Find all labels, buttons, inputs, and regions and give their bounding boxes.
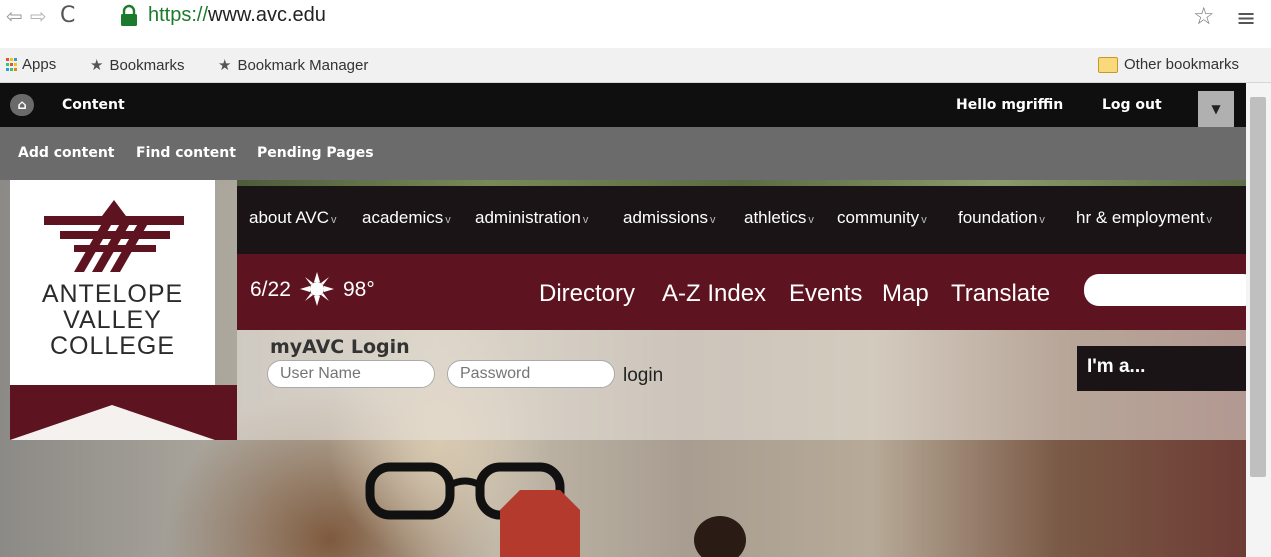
nav-foundation[interactable]: foundation v: [958, 208, 1045, 228]
folder-icon: [1098, 56, 1118, 73]
bookmark-bookmarks[interactable]: ★ Bookmarks: [90, 56, 185, 75]
login-button[interactable]: login: [623, 365, 663, 387]
nav-label: athletics: [744, 208, 807, 227]
shortcut-add-content[interactable]: Add content: [18, 145, 114, 161]
admin-username[interactable]: mgriffin: [1001, 97, 1063, 113]
link-translate[interactable]: Translate: [951, 280, 1050, 308]
bookmarks-bar: Apps ★ Bookmarks ★ Bookmark Manager Othe…: [0, 48, 1271, 83]
chevron-down-icon: v: [1039, 214, 1045, 226]
star-icon: ★: [90, 57, 104, 74]
audience-selector[interactable]: I'm a...: [1077, 346, 1246, 391]
shortcut-pending-pages[interactable]: Pending Pages: [257, 145, 374, 161]
chevron-down-icon: v: [808, 214, 814, 226]
admin-greeting: Hello mgriffin: [956, 97, 1063, 113]
admin-toolbar: ⌂ Content Hello mgriffin Log out ▼: [0, 83, 1246, 127]
toolbar-row: ⇦ ⇨ C https://www.avc.edu ☆ ≡: [0, 0, 1271, 48]
hero-photo-stop-sign: [500, 490, 580, 557]
browser-menu-icon[interactable]: ≡: [1236, 4, 1256, 32]
nav-hr-employment[interactable]: hr & employment v: [1076, 208, 1212, 228]
nav-label: academics: [362, 208, 444, 227]
sun-icon: [300, 272, 334, 306]
nav-about-avc[interactable]: about AVC v: [249, 208, 337, 228]
nav-label: foundation: [958, 208, 1038, 227]
greeting-prefix: Hello: [956, 97, 1002, 113]
nav-administration[interactable]: administration v: [475, 208, 588, 228]
chevron-down-icon: v: [582, 214, 589, 226]
home-icon[interactable]: ⌂: [10, 94, 34, 116]
password-input[interactable]: [447, 360, 615, 388]
nav-athletics[interactable]: athletics v: [744, 208, 814, 228]
bookmark-apps[interactable]: Apps: [6, 56, 56, 73]
site-search-input[interactable]: [1084, 274, 1246, 306]
logo-chevron: [10, 405, 215, 440]
url-protocol: https://: [148, 4, 209, 26]
admin-content-link[interactable]: Content: [62, 97, 125, 113]
nav-label: admissions: [623, 208, 709, 227]
bookmark-label: Bookmarks: [109, 56, 185, 74]
hero-photo-person: [694, 516, 746, 557]
nav-label: hr & employment: [1076, 208, 1205, 227]
bookmark-label: Apps: [22, 56, 57, 73]
url-domain: www.avc.edu: [208, 4, 326, 26]
logout-link[interactable]: Log out: [1102, 97, 1162, 113]
login-title: myAVC Login: [270, 336, 410, 358]
forward-arrow-icon[interactable]: ⇨: [30, 4, 47, 28]
chevron-down-icon: v: [1206, 214, 1213, 226]
site-header: about AVC v academics v administration v ad…: [0, 180, 1246, 557]
college-logo[interactable]: ANTELOPE VALLEY COLLEGE: [10, 180, 237, 440]
other-bookmarks-label: Other bookmarks: [1124, 56, 1240, 73]
chevron-down-icon: v: [921, 214, 927, 226]
chevron-down-icon: v: [445, 214, 451, 226]
scrollbar-thumb[interactable]: [1250, 97, 1266, 477]
star-icon: ★: [218, 57, 232, 74]
weather-date: 6/22: [250, 278, 291, 301]
reload-icon[interactable]: C: [60, 3, 75, 28]
link-a-z-index[interactable]: A-Z Index: [662, 280, 766, 308]
nav-label: administration: [475, 208, 581, 227]
admin-shortcuts-bar: Add content Find content Pending Pages: [0, 127, 1246, 180]
link-directory[interactable]: Directory: [539, 280, 635, 308]
login-panel: myAVC Login login I'm a...: [237, 330, 1246, 440]
main-nav: about AVC v academics v administration v ad…: [237, 186, 1246, 254]
quick-links-bar: 6/22 98° Directory A-Z Index Events Map …: [237, 254, 1246, 330]
nav-admissions[interactable]: admissions v: [623, 208, 716, 228]
antelope-logo-icon: [44, 200, 184, 272]
shortcut-find-content[interactable]: Find content: [136, 145, 236, 161]
back-arrow-icon[interactable]: ⇦: [6, 4, 23, 28]
logo-line-1: ANTELOPE: [41, 280, 184, 308]
logo-line-3: COLLEGE: [49, 332, 176, 360]
nav-label: about AVC: [249, 208, 330, 227]
apps-grid-icon: [6, 57, 17, 72]
weather-temperature: 98°: [343, 278, 375, 301]
bookmark-label: Bookmark Manager: [237, 56, 369, 74]
bookmark-manager[interactable]: ★ Bookmark Manager: [218, 56, 369, 75]
nav-label: community: [837, 208, 920, 227]
logo-line-2: VALLEY: [63, 306, 162, 334]
other-bookmarks[interactable]: Other bookmarks: [1098, 56, 1239, 73]
chevron-down-icon: v: [331, 214, 337, 226]
nav-community[interactable]: community v: [837, 208, 927, 228]
username-input[interactable]: [267, 360, 435, 388]
link-map[interactable]: Map: [882, 280, 929, 308]
address-bar[interactable]: https://www.avc.edu: [148, 4, 326, 27]
nav-academics[interactable]: academics v: [362, 208, 451, 228]
chevron-down-icon[interactable]: ▼: [1198, 91, 1234, 127]
lock-icon: [121, 4, 137, 26]
bookmark-star-icon[interactable]: ☆: [1193, 2, 1215, 30]
chevron-down-icon: v: [710, 214, 716, 226]
link-events[interactable]: Events: [789, 280, 862, 308]
